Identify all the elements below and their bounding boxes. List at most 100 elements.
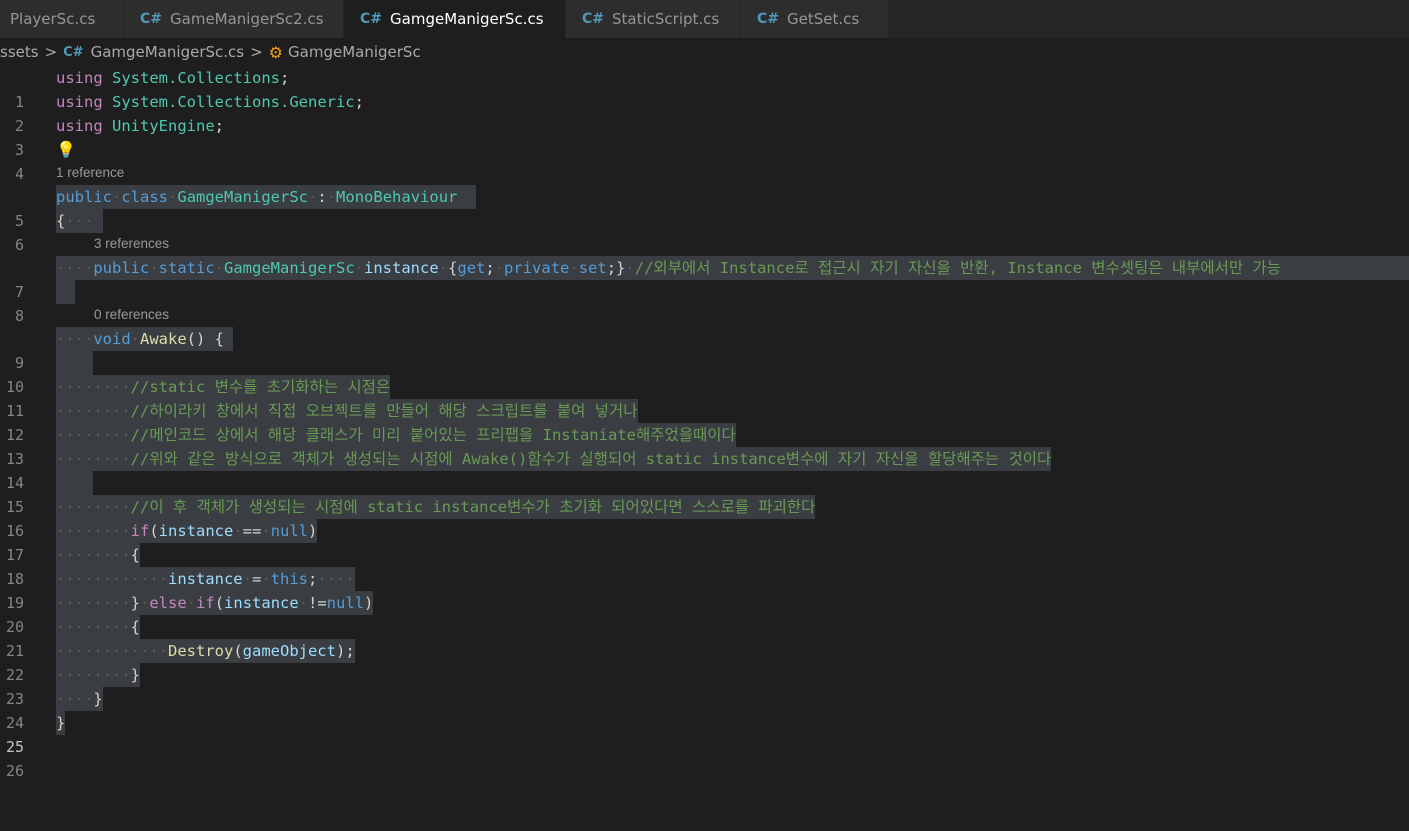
csharp-file-icon: C# — [757, 11, 780, 27]
punctuation: : — [317, 188, 327, 206]
breadcrumb-file[interactable]: GamgeManigerSc.cs — [91, 43, 245, 61]
lightbulb-icon[interactable]: 💡 — [56, 140, 76, 159]
code-line[interactable]: 22 ············Destroy(gameObject); — [0, 639, 1409, 684]
operator: != — [308, 594, 327, 612]
code-line[interactable]: 20 ········}·else·if(instance·!=null) — [0, 591, 1409, 636]
chevron-right-icon: > — [44, 43, 58, 61]
comment: //메인코드 상에서 해당 클래스가 미리 붙어있는 프리팹을 Instania… — [130, 426, 736, 444]
variable: instance — [224, 594, 299, 612]
code-line[interactable]: 8 — [0, 280, 1409, 325]
editor-tab-bar: PlayerSc.cs C# GameManigerSc2.cs C# Gamg… — [0, 0, 1409, 38]
comment: //외부에서 Instance로 접근시 자기 자신을 반환, Instance… — [634, 259, 1282, 277]
code-line[interactable]: 17 ········if(instance·==·null) — [0, 519, 1409, 564]
namespace: System.Collections.Generic — [112, 93, 355, 111]
brace: } — [56, 714, 66, 732]
keyword: using — [56, 117, 103, 135]
code-line[interactable]: 16 ········//이 후 객체가 생성되는 시점에 static ins… — [0, 495, 1409, 540]
code-line[interactable]: 26 — [0, 735, 1409, 780]
keyword: private — [504, 259, 570, 277]
code-line[interactable]: 14 ········//위와 같은 방식으로 객체가 생성되는 시점에 Awa… — [0, 447, 1409, 492]
keyword: static — [158, 259, 215, 277]
tab-staticscript[interactable]: C# StaticScript.cs — [566, 0, 741, 38]
tab-gamgemanigersc[interactable]: C# GamgeManigerSc.cs — [344, 0, 566, 38]
line-number: 4 — [14, 165, 24, 183]
tab-label: GetSet.cs — [787, 10, 860, 28]
tab-label: GamgeManigerSc.cs — [390, 10, 544, 28]
keyword: using — [56, 69, 103, 87]
csharp-file-icon: C# — [360, 11, 383, 27]
code-line[interactable]: 1 using System.Collections; — [0, 66, 1409, 111]
breadcrumb: ssets > C# GamgeManigerSc.cs > ⚙ GamgeMa… — [0, 38, 1409, 66]
comment: //이 후 객체가 생성되는 시점에 static instance변수가 초기… — [130, 498, 816, 516]
code-line[interactable]: 9 ····void·Awake() { — [0, 327, 1409, 372]
tab-getset[interactable]: C# GetSet.cs — [741, 0, 889, 38]
breadcrumb-folder[interactable]: ssets — [0, 43, 39, 61]
line-number: 6 — [14, 236, 24, 254]
code-line[interactable]: 15 — [0, 471, 1409, 516]
codelens-references[interactable]: 3 references — [94, 234, 169, 254]
variable: gameObject — [242, 642, 336, 660]
keyword: public — [93, 259, 150, 277]
comment: //static 변수를 초기화하는 시점은 — [130, 378, 391, 396]
operator: == — [242, 522, 262, 540]
base-class: MonoBehaviour — [336, 188, 458, 206]
keyword: set — [578, 259, 607, 277]
punctuation: ; — [214, 117, 225, 135]
keyword: null — [326, 594, 365, 612]
line-number: 8 — [14, 307, 24, 325]
keyword: using — [56, 93, 103, 111]
csharp-file-icon: C# — [63, 44, 84, 60]
brace: { — [56, 212, 66, 230]
code-line[interactable]: 7 ····public·static·GamgeManigerSc·insta… — [0, 256, 1409, 301]
code-line[interactable]: 5 public·class·GamgeManigerSc·:·MonoBeha… — [0, 185, 1409, 230]
code-editor[interactable]: 1 using System.Collections; 2 using Syst… — [0, 66, 1409, 780]
keyword: null — [270, 522, 309, 540]
comment: //하이라키 창에서 직접 오브젝트를 만들어 해당 스크립트를 붙여 넣거나 — [130, 402, 638, 420]
tab-label: PlayerSc.cs — [10, 10, 96, 28]
keyword: if — [196, 594, 215, 612]
code-line[interactable]: 13 ········//메인코드 상에서 해당 클래스가 미리 붙어있는 프리… — [0, 423, 1409, 468]
code-line[interactable]: 24 ····} — [0, 687, 1409, 732]
code-line[interactable]: 21 ········{ — [0, 615, 1409, 660]
code-line[interactable]: 3 using UnityEngine; — [0, 114, 1409, 159]
code-line[interactable]: 18 ········{ — [0, 543, 1409, 588]
field-name: instance — [364, 259, 439, 277]
line-number: 26 — [5, 762, 24, 780]
brace: } — [130, 666, 140, 684]
code-line[interactable]: 11 ········//static 변수를 초기화하는 시점은 — [0, 375, 1409, 420]
code-line[interactable]: 12 ········//하이라키 창에서 직접 오브젝트를 만들어 해당 스크… — [0, 399, 1409, 444]
variable: instance — [158, 522, 234, 540]
chevron-right-icon: > — [250, 43, 263, 61]
code-line[interactable]: 2 using System.Collections.Generic; — [0, 90, 1409, 135]
punctuation: ; — [280, 69, 290, 87]
punctuation: ; — [354, 93, 364, 111]
operator: = — [251, 570, 262, 588]
class-symbol-icon: ⚙ — [268, 42, 284, 62]
keyword: if — [130, 522, 150, 540]
method-name: Awake — [140, 330, 187, 348]
code-line[interactable]: 19 ············instance·=·this;···· — [0, 567, 1409, 612]
tab-playersc[interactable]: PlayerSc.cs — [0, 0, 124, 38]
code-line[interactable]: 23 ········} — [0, 663, 1409, 708]
keyword: this — [270, 570, 308, 588]
method-name: Destroy — [167, 642, 234, 660]
keyword: get — [457, 259, 486, 277]
brace: { — [130, 618, 140, 636]
tab-gamemanigersc2[interactable]: C# GameManigerSc2.cs — [124, 0, 344, 38]
tab-label: StaticScript.cs — [612, 10, 720, 28]
namespace: System.Collections — [112, 69, 280, 87]
variable: instance — [167, 570, 243, 588]
brace: } — [93, 690, 103, 708]
code-line-current[interactable]: 25 } — [0, 711, 1409, 756]
keyword: void — [93, 330, 131, 348]
code-line[interactable]: 4 💡 — [0, 138, 1409, 183]
brace: { — [130, 546, 140, 564]
codelens-references[interactable]: 0 references — [94, 305, 169, 325]
breadcrumb-symbol[interactable]: GamgeManigerSc — [288, 43, 421, 61]
type-name: GamgeManigerSc — [224, 259, 355, 277]
code-line[interactable]: 6 {··· — [0, 209, 1409, 254]
namespace: UnityEngine — [112, 117, 215, 135]
keyword: class — [121, 188, 169, 206]
codelens-references[interactable]: 1 reference — [56, 163, 124, 183]
code-line[interactable]: 10 — [0, 351, 1409, 396]
